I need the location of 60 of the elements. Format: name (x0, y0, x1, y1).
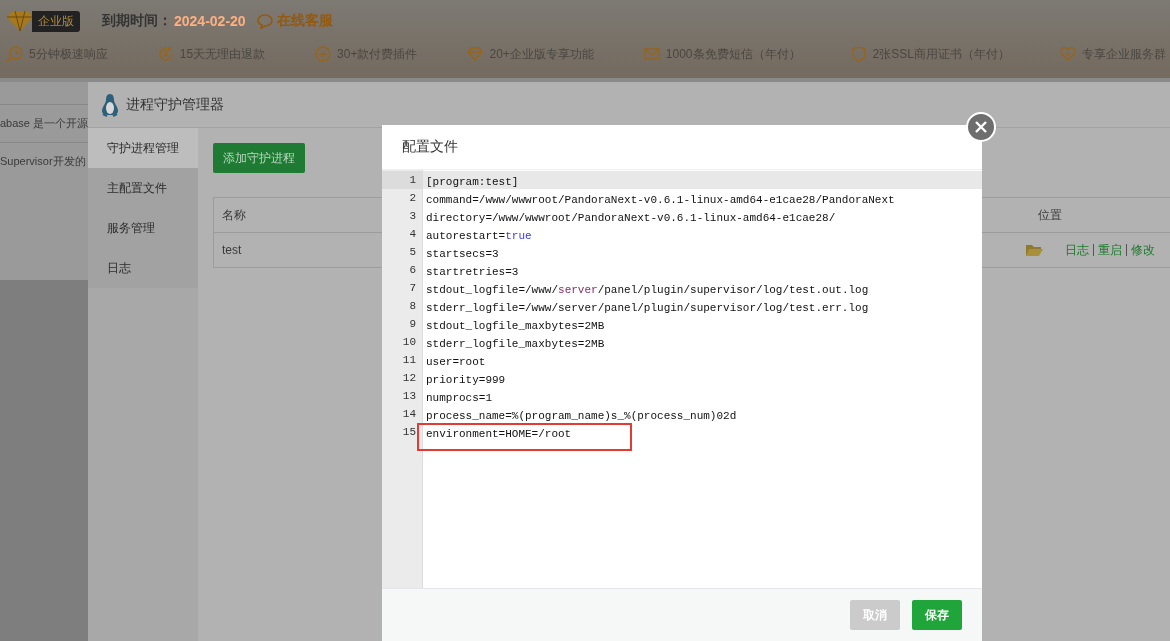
code-line: directory=/www/wwwroot/PandoraNext-v0.6.1-linux-amd64-e1cae28/ (426, 212, 836, 224)
line-number: 13 (401, 389, 417, 404)
code-line: stdout_logfile_maxbytes=2MB (426, 320, 605, 332)
action-link[interactable]: 日志 (1061, 244, 1094, 256)
line-number: 4 (408, 227, 417, 242)
line-number: 3 (408, 209, 417, 224)
plugin-icon (314, 45, 333, 63)
code-line: priority=999 (426, 374, 506, 386)
expiry-label: 到期时间： (102, 12, 172, 30)
menu-item[interactable]: 守护进程管理 (88, 128, 199, 168)
diamond-icon (466, 45, 485, 63)
line-number: 6 (408, 263, 417, 278)
line-number: 11 (401, 353, 417, 368)
penguin-icon (100, 92, 121, 117)
window-title: 进程守护管理器 (126, 95, 225, 114)
clock-icon (6, 45, 24, 63)
code-line: numprocs=1 (426, 392, 492, 404)
line-number: 9 (408, 317, 417, 332)
line-number: 15 (401, 425, 417, 440)
line-number: 2 (408, 191, 417, 206)
menu-item[interactable]: 日志 (88, 248, 199, 288)
code-line: stderr_logfile_maxbytes=2MB (426, 338, 605, 350)
list-item-text: Supervisor开发的 (0, 154, 86, 169)
code-line: environment=HOME=/root (426, 428, 572, 440)
code-line: stderr_logfile=/www/server/panel/plugin/supervisor/log/test.err.log (426, 302, 869, 314)
code-line: startretries=3 (426, 266, 519, 278)
code-line: [program:test] (426, 176, 519, 188)
close-icon (974, 120, 988, 134)
dialog-title: 配置文件 (402, 138, 458, 156)
code-line: command=/www/wwwroot/PandoraNext-v0.6.1-linux-amd64-e1cae28/PandoraNext (426, 194, 895, 206)
list-item-text: abase 是一个开源 (0, 116, 89, 131)
code-line: process_name=%(program_name)s_%(process_num)02d (426, 410, 737, 422)
action-link[interactable]: 重启 (1093, 244, 1127, 256)
menu-item[interactable]: 服务管理 (88, 208, 199, 248)
mail-icon (642, 45, 661, 63)
line-number: 8 (408, 299, 417, 314)
shield-icon (849, 45, 868, 63)
heart-icon (1058, 45, 1077, 63)
code-line: autorestart=true (426, 230, 532, 242)
add-process-button[interactable]: 添加守护进程 (213, 143, 306, 173)
line-number: 5 (408, 245, 417, 260)
line-number: 7 (408, 281, 417, 296)
column-header: 名称 (222, 206, 247, 224)
code-line: startsecs=3 (426, 248, 499, 260)
menu-item[interactable]: 主配置文件 (88, 168, 199, 208)
column-header: 位置 (1038, 206, 1063, 224)
line-number: 12 (401, 371, 417, 386)
expiry-date: 2024-02-20 (174, 13, 246, 29)
action-link[interactable]: 修改 (1126, 244, 1160, 256)
refund-icon (156, 45, 175, 63)
code-line: user=root (426, 356, 486, 368)
chat-icon (255, 13, 274, 29)
code-editor[interactable] (382, 170, 982, 589)
line-number: 1 (382, 171, 422, 189)
code-line: stdout_logfile=/www/server/panel/plugin/supervisor/log/test.out.log (426, 284, 869, 296)
save-button[interactable]: 保存 (912, 600, 962, 630)
table-cell: test (222, 243, 242, 257)
edition-badge: 企业版 (32, 10, 80, 32)
line-number: 14 (401, 407, 417, 422)
line-number: 10 (401, 335, 417, 350)
